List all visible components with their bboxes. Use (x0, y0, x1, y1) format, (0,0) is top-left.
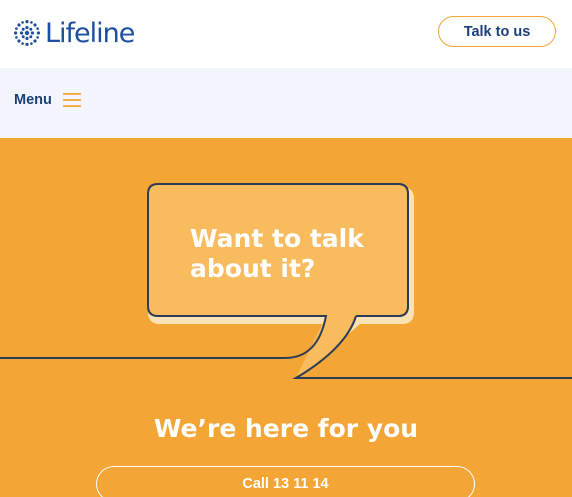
nav-bar: Menu (0, 68, 572, 138)
menu-button[interactable]: Menu (14, 92, 81, 108)
hamburger-icon (62, 93, 81, 107)
site-header: Lifeline Talk to us (0, 0, 572, 68)
logo-wordmark: Lifeline (45, 17, 135, 49)
bubble-line-2: about it? (190, 254, 316, 283)
hero-banner: Want to talk about it? We’re here for yo… (0, 138, 572, 497)
menu-label: Menu (14, 92, 52, 108)
hero-heading: We’re here for you (153, 414, 419, 443)
lifeline-logo[interactable]: Lifeline (13, 17, 135, 49)
call-button[interactable]: Call 13 11 14 (96, 466, 475, 497)
lifeline-dots-icon (14, 20, 40, 46)
bubble-line-1: Want to talk (190, 224, 364, 253)
talk-to-us-button[interactable]: Talk to us (438, 16, 556, 47)
bubble-text: Want to talk about it? (190, 224, 364, 284)
